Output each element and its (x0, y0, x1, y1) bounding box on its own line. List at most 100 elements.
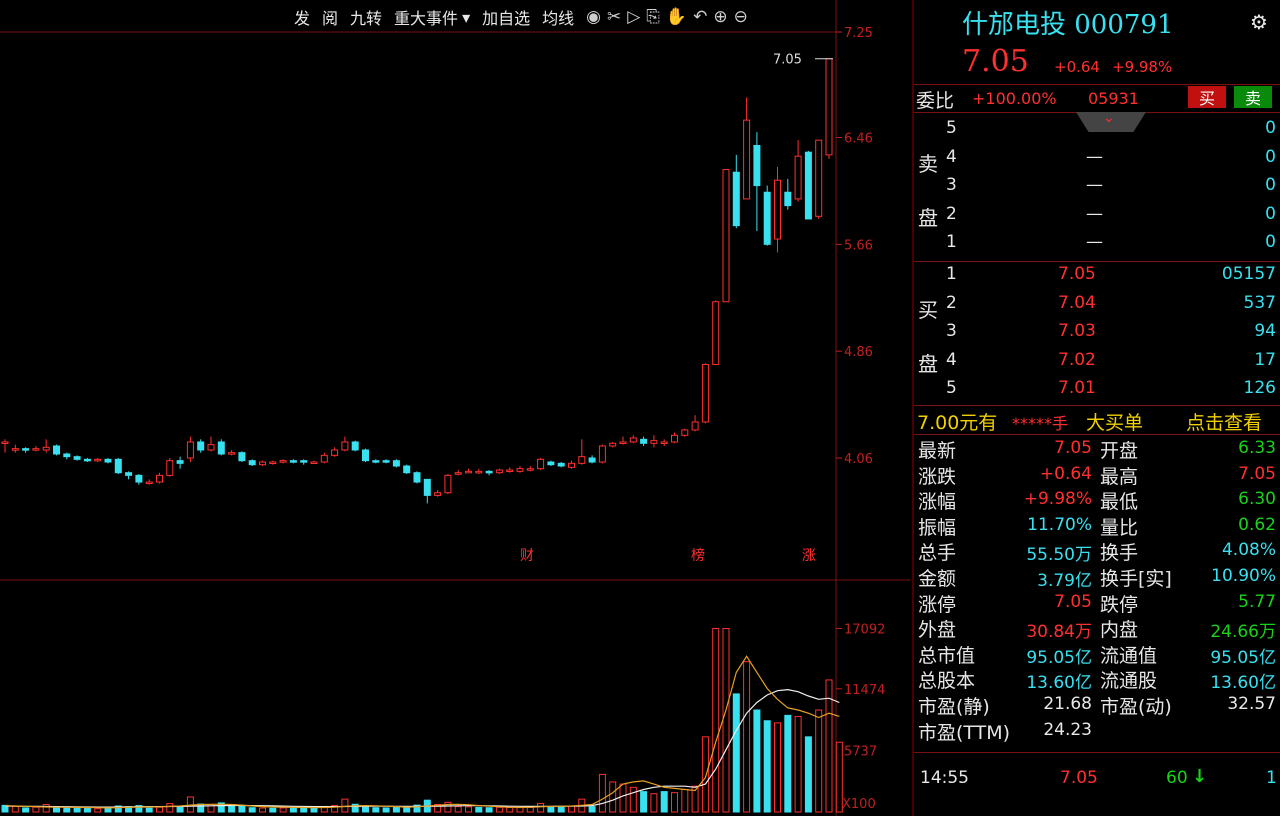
toolbar-item-major-events[interactable]: 重大事件 (394, 5, 458, 29)
sell-price: — (1086, 175, 1103, 195)
zoom-in-icon[interactable]: ⊕ (713, 7, 727, 27)
volume-bar (444, 801, 452, 813)
collapse-toggle[interactable]: ⌄ (1076, 112, 1146, 132)
candle (392, 460, 400, 467)
toolbar-item-fa[interactable]: 发 (294, 5, 310, 29)
buy-button[interactable]: 买 (1188, 86, 1226, 108)
undo-icon[interactable]: ↶ (693, 7, 707, 27)
scissors-icon[interactable]: ✂ (607, 7, 621, 27)
candle (804, 151, 812, 220)
volume-bar (289, 807, 297, 813)
volume-bar (681, 788, 689, 813)
candle (619, 441, 627, 444)
candle (526, 468, 534, 471)
candle (465, 470, 472, 474)
toolbar-item-ma[interactable]: 均线 (542, 5, 574, 29)
candle (104, 458, 112, 463)
volume-bar (53, 807, 60, 813)
kline-chart[interactable]: 7.25 6.46 5.66 4.86 4.06 17092 11474 5737 X100 7… (0, 0, 910, 816)
candle (238, 452, 246, 462)
play-icon[interactable]: ▷ (627, 7, 640, 27)
buy-level: 3 (946, 321, 957, 341)
quote-panel: 什邡电投 000791 ⚙ 7.05 +0.64 +9.98% 委比 +100.… (912, 0, 1280, 816)
candle (114, 458, 122, 474)
volume-bar (743, 661, 751, 813)
zoom-out-icon[interactable]: ⊖ (734, 7, 748, 27)
volume-bar (763, 720, 771, 813)
volume-bar (32, 806, 40, 813)
volume-bar (475, 806, 483, 813)
toolbar-item-add-watchlist[interactable]: 加自选 (482, 5, 530, 29)
chevron-down-icon[interactable]: ▾ (462, 8, 470, 27)
candle (403, 465, 411, 474)
volume-bar (660, 791, 668, 813)
stat-value: 24.66万 (1210, 622, 1276, 643)
toolbar-item-yue[interactable]: 阅 (322, 5, 338, 29)
candle (320, 454, 328, 463)
volume-bar (176, 805, 184, 813)
volume-bar (619, 783, 627, 813)
stat-value: +0.64 (1039, 463, 1092, 484)
big-order-link[interactable]: 点击查看 (1186, 408, 1262, 435)
stat-value: 7.05 (1238, 463, 1276, 484)
candle (310, 461, 318, 465)
weibi-diff: 05931 (1088, 89, 1139, 108)
buy-volume: 05157 (1221, 264, 1276, 284)
volume-bar (145, 807, 153, 813)
sell-level: 5 (946, 118, 957, 138)
candle (53, 445, 60, 455)
hand-icon[interactable]: ✋ (666, 7, 687, 27)
candle (42, 446, 50, 451)
stat-label: 最高 (1100, 465, 1139, 488)
big-order-mask: *****手 (1012, 414, 1069, 433)
stat-value: 3.79亿 (1037, 571, 1092, 591)
candle (444, 474, 452, 494)
candle (784, 191, 792, 207)
buy-volume: 126 (1243, 378, 1276, 398)
gear-icon[interactable]: ⚙ (1250, 10, 1268, 34)
buy-side-label-2: 盘 (918, 352, 938, 376)
volume-bar (73, 807, 81, 813)
stat-label: 涨跌 (918, 465, 957, 488)
event-marker: 榜 (691, 547, 705, 564)
candle (763, 191, 771, 245)
stat-label: 跌停 (1100, 593, 1139, 616)
candles-layer: 7.05 财 榜 涨 (1, 53, 833, 564)
sell-level: 1 (946, 232, 957, 252)
volume-bar (506, 806, 514, 813)
volume-bar (640, 791, 648, 813)
stat-label: 总手 (918, 542, 957, 565)
candle (609, 442, 617, 447)
candle (413, 472, 421, 483)
volume-bar (588, 806, 596, 813)
candle (547, 461, 555, 466)
stat-label: 涨停 (918, 593, 957, 616)
volume-bar (279, 807, 287, 813)
candle (197, 441, 205, 451)
sell-button[interactable]: 卖 (1234, 86, 1272, 108)
candle (454, 472, 462, 475)
price-change: +0.64 (1054, 58, 1100, 76)
volume-bar (495, 806, 503, 813)
big-order-price: 7.00元有 (917, 412, 998, 434)
buy-level: 4 (946, 349, 957, 370)
candle (145, 481, 153, 485)
candle (485, 470, 493, 474)
eye-icon[interactable]: ◉ (586, 7, 601, 27)
candle (629, 437, 637, 443)
buy-level: 1 (946, 264, 957, 284)
candle (186, 441, 194, 459)
price-axis-tick: 5.66 (844, 238, 873, 253)
candle (217, 441, 225, 455)
candle (125, 472, 133, 476)
toolbar-item-jiuzhuan[interactable]: 九转 (350, 5, 382, 29)
volume-bar (732, 693, 740, 813)
volume-layer (1, 627, 843, 813)
sell-level: 4 (946, 146, 957, 167)
volume-bar (94, 808, 102, 813)
copy-icon[interactable]: ⎘ (646, 7, 660, 27)
stat-value: 32.57 (1227, 694, 1276, 714)
stat-value: +9.98% (1023, 489, 1092, 510)
weibi-label: 委比 (916, 90, 955, 112)
sell-price: — (1086, 232, 1103, 252)
